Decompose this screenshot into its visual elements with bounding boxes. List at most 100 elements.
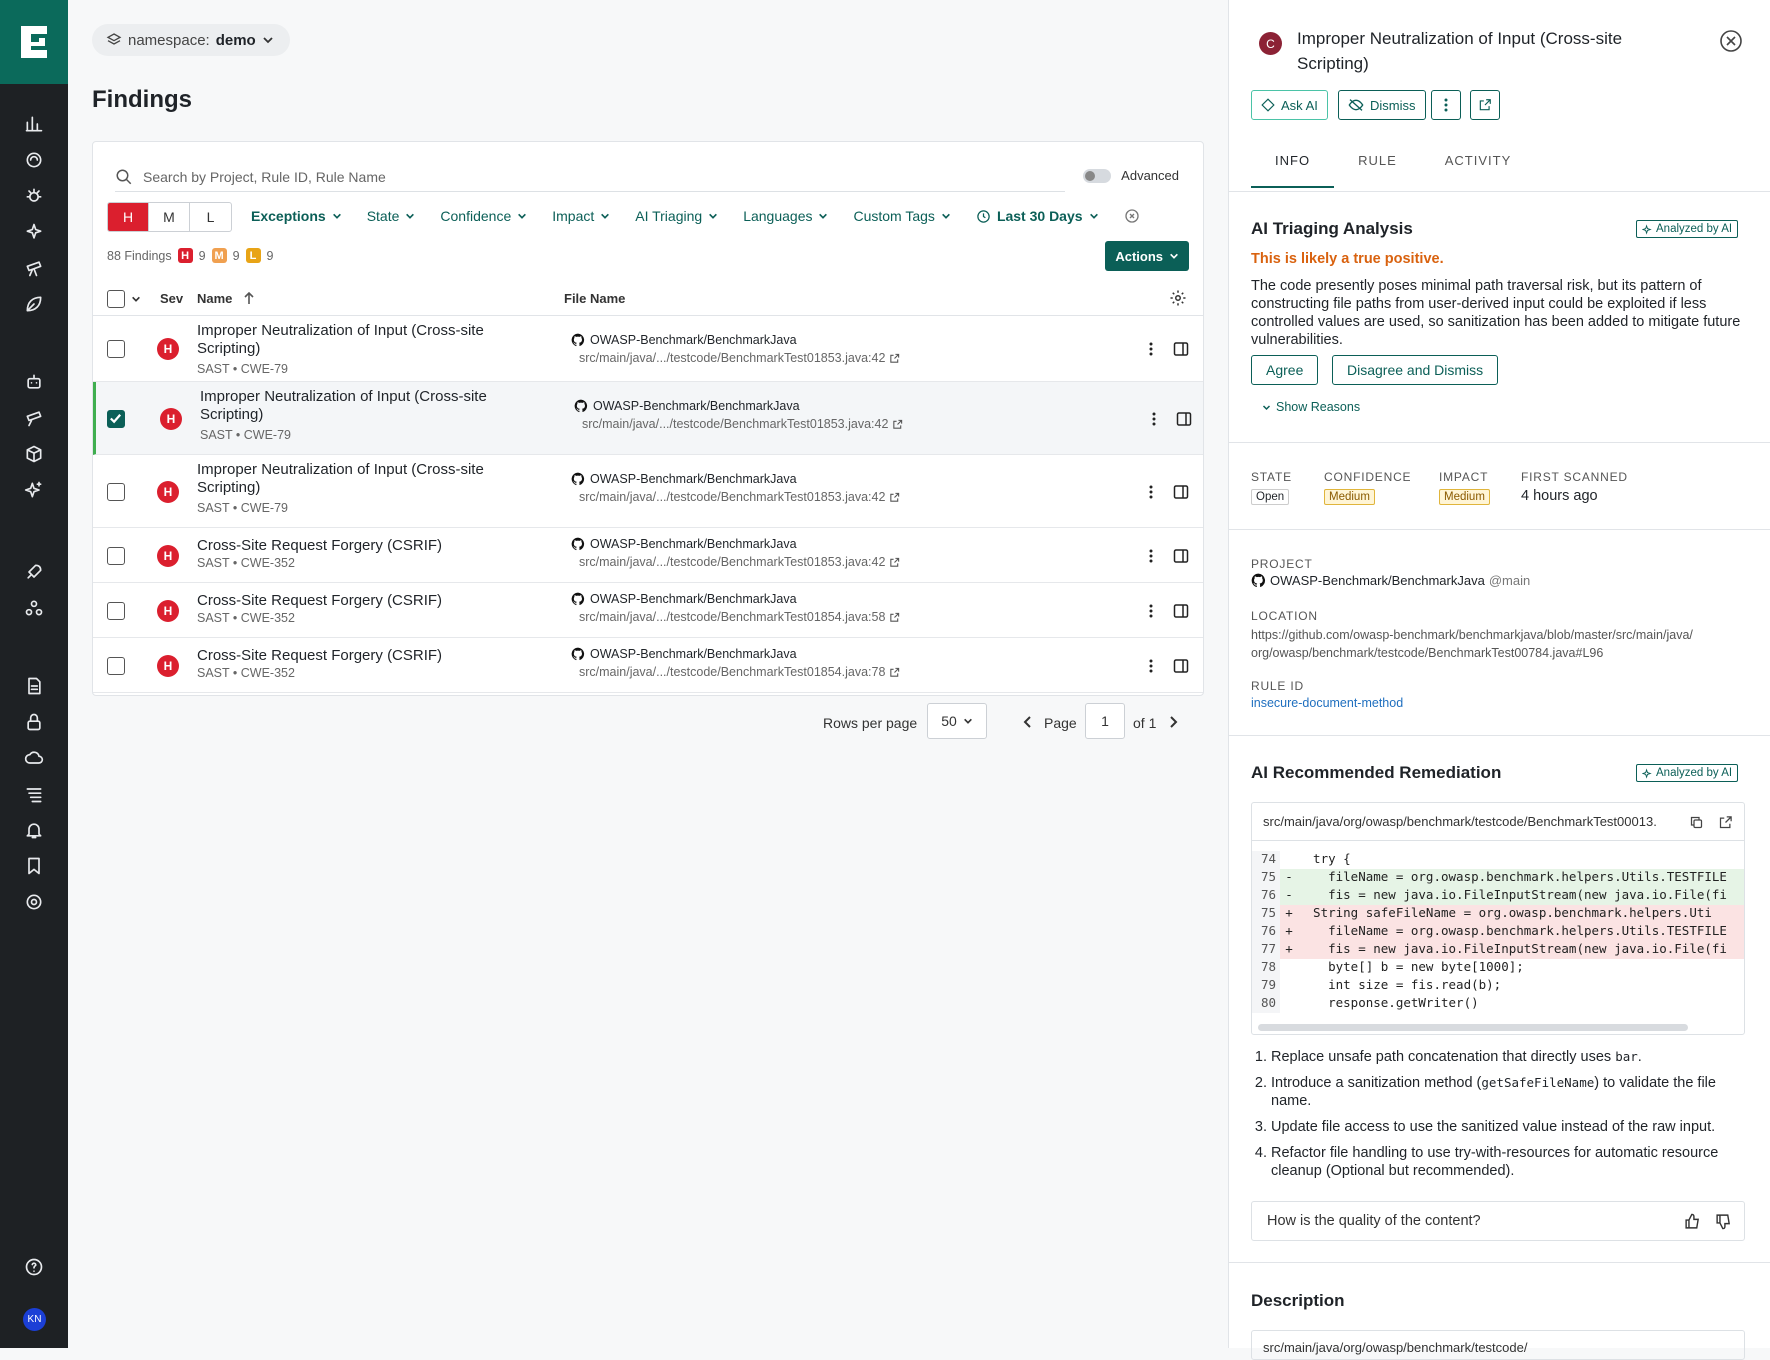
integrations-icon[interactable] [22, 596, 46, 620]
open-panel-icon[interactable] [1173, 484, 1189, 500]
row-checkbox[interactable] [107, 546, 125, 565]
row-menu-icon[interactable] [1146, 411, 1162, 427]
row-menu-icon[interactable] [1143, 341, 1159, 357]
column-name[interactable]: Name [197, 291, 232, 306]
column-file-name[interactable]: File Name [564, 291, 625, 306]
actions-button[interactable]: Actions [1105, 241, 1189, 271]
finding-name[interactable]: Improper Neutralization of Input (Cross-… [200, 388, 510, 424]
close-icon[interactable] [1719, 29, 1743, 53]
leaf-icon[interactable] [22, 292, 46, 316]
reports-icon[interactable] [22, 674, 46, 698]
copy-icon[interactable] [1689, 815, 1704, 830]
rule-id-link[interactable]: insecure-document-method [1251, 696, 1403, 710]
app-logo[interactable] [0, 0, 68, 84]
bell-icon[interactable] [22, 818, 46, 842]
table-row[interactable]: H Cross-Site Request Forgery (CSRIF) SAST … [93, 638, 1203, 693]
ai-sparkle-icon[interactable] [22, 478, 46, 502]
filter-exceptions[interactable]: Exceptions [251, 208, 342, 224]
namespace-selector[interactable]: namespace: demo [92, 24, 290, 56]
project-value[interactable]: OWASP-Benchmark/BenchmarkJava @main [1251, 573, 1530, 588]
bookmark-icon[interactable] [22, 854, 46, 878]
sort-ascending-icon[interactable] [243, 291, 255, 305]
row-checkbox[interactable] [107, 601, 125, 620]
open-panel-icon[interactable] [1173, 603, 1189, 619]
dismiss-button[interactable]: Dismiss [1338, 90, 1426, 120]
show-reasons-toggle[interactable]: Show Reasons [1262, 400, 1360, 414]
select-all-checkbox[interactable] [107, 290, 125, 308]
severity-low-button[interactable]: L [190, 203, 231, 231]
lock-icon[interactable] [22, 710, 46, 734]
list-filter-icon[interactable] [22, 782, 46, 806]
repo-link[interactable]: OWASP-Benchmark/BenchmarkJava [571, 333, 797, 347]
table-row[interactable]: H Improper Neutralization of Input (Cross… [93, 455, 1203, 528]
filter-state[interactable]: State [367, 208, 416, 224]
row-checkbox[interactable] [107, 482, 125, 501]
repo-link[interactable]: OWASP-Benchmark/BenchmarkJava [571, 537, 797, 551]
repo-link[interactable]: OWASP-Benchmark/BenchmarkJava [571, 647, 797, 661]
open-panel-icon[interactable] [1173, 548, 1189, 564]
sparkle-icon[interactable] [22, 220, 46, 244]
table-row[interactable]: H Cross-Site Request Forgery (CSRIF) SAST … [93, 583, 1203, 638]
ask-ai-button[interactable]: Ask AI [1251, 90, 1328, 120]
settings-gear-icon[interactable] [1169, 289, 1187, 307]
severity-high-button[interactable]: H [108, 203, 149, 231]
chevron-down-icon[interactable] [131, 294, 141, 304]
finding-name[interactable]: Improper Neutralization of Input (Cross-… [197, 322, 507, 358]
filter-date-range[interactable]: Last 30 Days [976, 208, 1099, 224]
row-menu-icon[interactable] [1143, 548, 1159, 564]
horizontal-scrollbar[interactable] [1258, 1024, 1688, 1031]
chevron-left-icon[interactable] [1023, 716, 1033, 728]
column-sev[interactable]: Sev [160, 291, 183, 306]
severity-medium-button[interactable]: M [149, 203, 190, 231]
finding-name[interactable]: Cross-Site Request Forgery (CSRIF) [197, 647, 507, 665]
external-link-icon[interactable] [1718, 815, 1733, 830]
telescope-icon[interactable] [22, 256, 46, 280]
open-panel-icon[interactable] [1173, 341, 1189, 357]
location-value[interactable]: https://github.com/owasp-benchmark/bench… [1251, 626, 1693, 662]
repo-link[interactable]: OWASP-Benchmark/BenchmarkJava [571, 592, 797, 606]
tab-rule[interactable]: RULE [1334, 145, 1421, 188]
filter-ai-triaging[interactable]: AI Triaging [635, 208, 718, 224]
open-external-button[interactable] [1470, 90, 1500, 120]
tab-info[interactable]: INFO [1251, 145, 1335, 188]
open-panel-icon[interactable] [1173, 658, 1189, 674]
repo-link[interactable]: OWASP-Benchmark/BenchmarkJava [574, 399, 800, 413]
file-path-link[interactable]: src/main/java/.../testcode/BenchmarkTest… [579, 610, 900, 624]
file-path-link[interactable]: src/main/java/.../testcode/BenchmarkTest… [579, 490, 900, 504]
thumbs-down-icon[interactable] [1715, 1213, 1732, 1230]
severity-segmented-control[interactable]: H M L [107, 202, 232, 232]
help-icon[interactable] [22, 1255, 46, 1279]
repo-link[interactable]: OWASP-Benchmark/BenchmarkJava [571, 472, 797, 486]
advanced-toggle[interactable]: Advanced [1083, 168, 1179, 183]
robot-icon[interactable] [22, 370, 46, 394]
file-path-link[interactable]: src/main/java/.../testcode/BenchmarkTest… [579, 665, 900, 679]
row-checkbox[interactable] [107, 656, 125, 675]
table-row[interactable]: H Improper Neutralization of Input (Cross… [93, 316, 1203, 382]
chevron-right-icon[interactable] [1168, 716, 1178, 728]
user-avatar[interactable]: KN [23, 1308, 46, 1331]
file-path-link[interactable]: src/main/java/.../testcode/BenchmarkTest… [579, 351, 900, 365]
dashboard-chart-icon[interactable] [22, 112, 46, 136]
table-row[interactable]: H Cross-Site Request Forgery (CSRIF) SAST … [93, 528, 1203, 583]
toggle-switch[interactable] [1083, 168, 1112, 183]
row-checkbox[interactable] [107, 409, 125, 428]
bug-icon[interactable] [22, 184, 46, 208]
page-input[interactable]: 1 [1085, 703, 1125, 739]
settings-gear-icon[interactable] [22, 890, 46, 914]
agree-button[interactable]: Agree [1251, 355, 1319, 385]
row-menu-icon[interactable] [1143, 484, 1159, 500]
row-checkbox[interactable] [107, 340, 125, 358]
rocket-icon[interactable] [22, 560, 46, 584]
satellite-icon[interactable] [22, 406, 46, 430]
row-menu-icon[interactable] [1143, 658, 1159, 674]
thumbs-up-icon[interactable] [1684, 1213, 1701, 1230]
assignee-avatar[interactable]: C [1259, 32, 1282, 55]
row-menu-icon[interactable] [1143, 603, 1159, 619]
file-path-link[interactable]: src/main/java/.../testcode/BenchmarkTest… [582, 417, 903, 431]
search-input[interactable]: Search by Project, Rule ID, Rule Name [115, 162, 1065, 192]
package-icon[interactable] [22, 442, 46, 466]
disagree-dismiss-button[interactable]: Disagree and Dismiss [1332, 355, 1499, 385]
filter-languages[interactable]: Languages [743, 208, 828, 224]
clear-filters-icon[interactable] [1124, 208, 1140, 224]
rows-per-page-select[interactable]: 50 [927, 703, 987, 739]
